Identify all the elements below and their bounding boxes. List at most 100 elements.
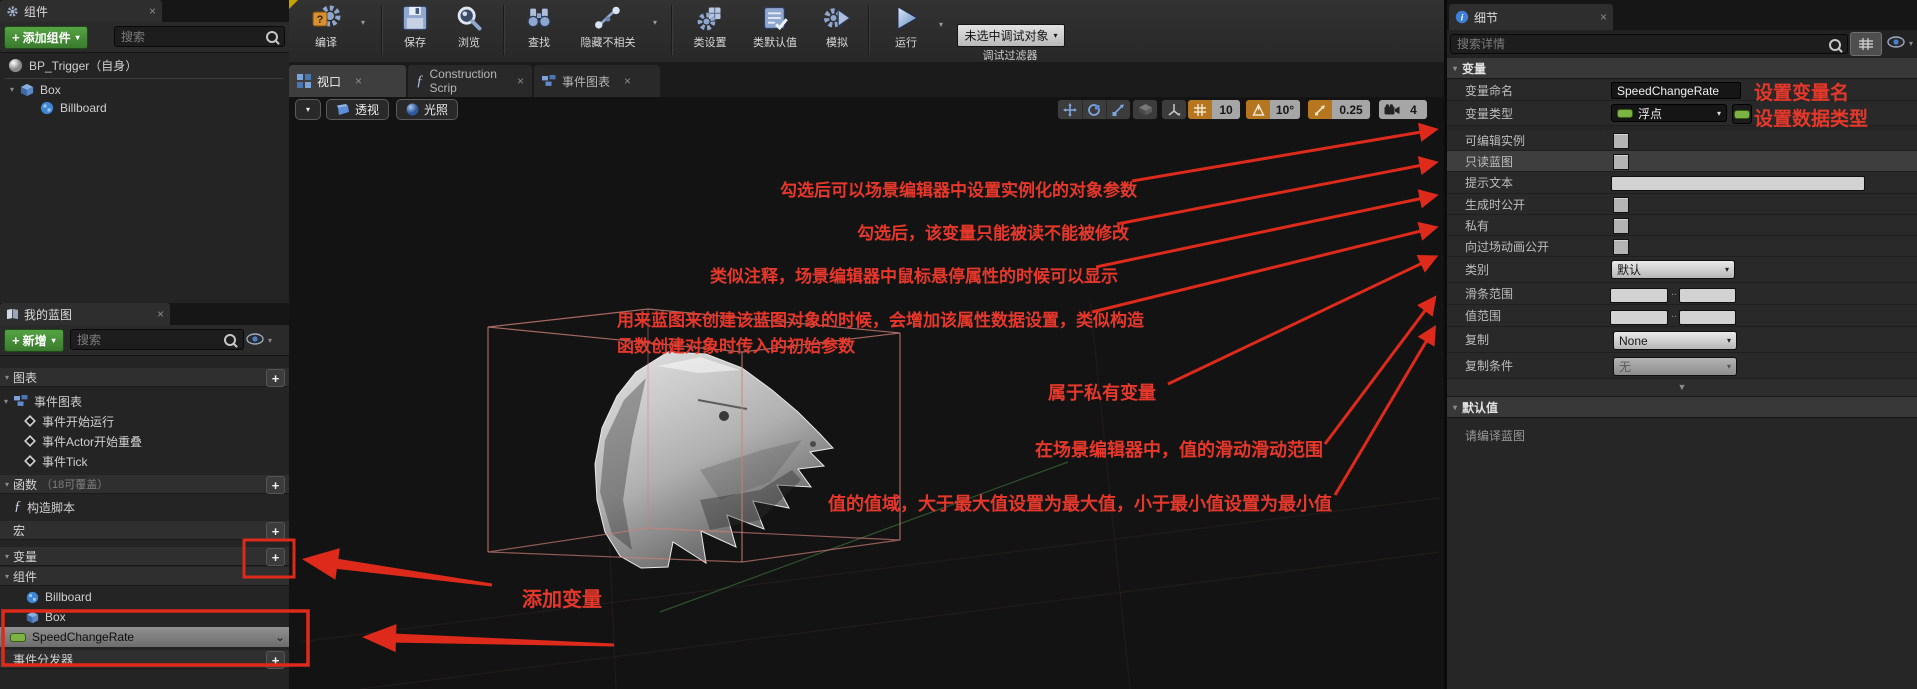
class-defaults-label: 类默认值	[753, 34, 797, 50]
slider-range-max-input[interactable]	[1679, 288, 1736, 303]
scale-tool-button[interactable]	[1106, 100, 1130, 119]
close-icon[interactable]: ×	[149, 4, 156, 18]
close-icon[interactable]: ×	[1600, 10, 1607, 24]
section-macros[interactable]: 宏	[0, 521, 289, 540]
variable-type-dropdown[interactable]: 浮点 ▾	[1611, 104, 1727, 122]
eye-icon[interactable]	[246, 333, 264, 345]
row-event-tick[interactable]: 事件Tick	[0, 452, 313, 470]
section-variable[interactable]: ▾ 变量	[1447, 58, 1917, 79]
value-range-min-input[interactable]	[1610, 310, 1668, 325]
compile-options-caret-icon[interactable]: ▾	[361, 18, 365, 27]
section-graphs[interactable]: ▾ 图表	[0, 368, 289, 387]
add-dispatcher-button[interactable]: +	[266, 651, 285, 669]
replication-dropdown[interactable]: None ▾	[1613, 331, 1737, 350]
grid-snap-toggle-icon[interactable]	[1188, 100, 1212, 119]
view-options-caret-icon[interactable]: ▾	[1909, 39, 1913, 48]
value-range-max-input[interactable]	[1679, 310, 1736, 325]
world-local-axis-button[interactable]	[1161, 99, 1187, 120]
scale-snap-value[interactable]: 0.25	[1332, 100, 1370, 119]
my-blueprint-search-input[interactable]	[70, 329, 244, 350]
section-label: 默认值	[1462, 399, 1498, 416]
hide-unrelated-button[interactable]: 隐藏不相关	[567, 3, 649, 50]
class-settings-button[interactable]: 类设置	[681, 3, 739, 50]
eye-icon[interactable]	[1887, 36, 1905, 48]
section-default-value[interactable]: ▾ 默认值	[1447, 397, 1917, 418]
angle-snap-toggle-icon[interactable]	[1246, 100, 1270, 119]
camera-speed-control[interactable]: 4	[1378, 99, 1428, 120]
save-button[interactable]: 保存	[389, 3, 441, 50]
instance-editable-checkbox[interactable]	[1613, 133, 1629, 149]
tree-row-box[interactable]: ▾ Box	[0, 81, 299, 98]
close-icon[interactable]: ×	[157, 307, 164, 321]
blueprint-readonly-checkbox[interactable]	[1613, 154, 1629, 170]
add-component-button[interactable]: + 添加组件 ▾	[4, 26, 88, 49]
tooltip-input[interactable]	[1611, 176, 1865, 191]
tab-components[interactable]: 组件 ×	[0, 0, 162, 22]
tab-details[interactable]: i 细节 ×	[1449, 4, 1613, 30]
add-new-button[interactable]: + 新增 ▾	[4, 329, 64, 352]
row-event-actor-overlap[interactable]: 事件Actor开始重叠	[0, 432, 313, 450]
play-button[interactable]: 运行	[879, 3, 933, 50]
private-checkbox[interactable]	[1613, 218, 1629, 234]
play-options-caret-icon[interactable]: ▾	[939, 20, 943, 29]
tree-row-bp-trigger[interactable]: BP_Trigger（自身）	[0, 55, 297, 76]
add-macro-button[interactable]: +	[266, 522, 285, 540]
scale-snap-toggle-icon[interactable]	[1308, 100, 1332, 119]
row-var-billboard[interactable]: Billboard	[0, 588, 315, 606]
hide-unrelated-caret-icon[interactable]: ▾	[653, 18, 657, 27]
row-construction-script[interactable]: ƒ 构造脚本	[0, 498, 303, 516]
class-defaults-button[interactable]: 类默认值	[741, 3, 809, 50]
debug-object-dropdown[interactable]: 未选中调试对象 ▾	[957, 24, 1065, 47]
container-type-button[interactable]	[1732, 104, 1752, 124]
row-event-graph[interactable]: ▾ 事件图表	[0, 392, 293, 410]
components-search-input[interactable]	[114, 26, 285, 47]
components-icon	[6, 5, 19, 18]
variable-name-input[interactable]	[1611, 82, 1741, 99]
caret-down-icon: ▾	[306, 105, 310, 114]
add-graph-button[interactable]: +	[266, 369, 285, 387]
expose-on-spawn-checkbox[interactable]	[1613, 197, 1629, 213]
details-search-input[interactable]	[1450, 34, 1848, 54]
class-defaults-icon	[759, 3, 791, 33]
row-label: SpeedChangeRate	[32, 630, 134, 644]
close-icon[interactable]: ×	[624, 74, 631, 88]
move-tool-button[interactable]	[1058, 100, 1082, 119]
tab-viewport-label: 视口	[317, 73, 341, 90]
tab-viewport[interactable]: 视口 ×	[289, 65, 406, 97]
expose-to-cinematics-checkbox[interactable]	[1613, 239, 1629, 255]
category-dropdown[interactable]: 默认 ▾	[1611, 260, 1735, 279]
compile-button[interactable]: ? 编译	[297, 3, 355, 50]
add-function-button[interactable]: +	[266, 476, 285, 494]
tab-construction-script[interactable]: ƒ Construction Scrip ×	[408, 65, 532, 97]
chevron-down-icon[interactable]: ⌄	[275, 630, 285, 644]
close-icon[interactable]: ×	[517, 74, 524, 88]
tab-event-graph[interactable]: 事件图表 ×	[534, 65, 660, 97]
row-var-speedchangerate[interactable]: SpeedChangeRate ⌄	[0, 627, 299, 647]
find-button[interactable]: 查找	[513, 3, 565, 50]
section-components[interactable]: ▾ 组件	[0, 567, 289, 586]
section-functions[interactable]: ▾ 函数 （18可覆盖）	[0, 475, 289, 494]
surface-snap-button[interactable]	[1132, 99, 1158, 120]
close-icon[interactable]: ×	[355, 74, 362, 88]
eye-filter-caret-icon[interactable]: ▾	[268, 336, 272, 345]
lit-mode-button[interactable]: 光照	[396, 99, 458, 120]
browse-button[interactable]: 浏览	[443, 3, 495, 50]
tree-row-billboard[interactable]: Billboard	[0, 99, 329, 116]
add-variable-button[interactable]: +	[266, 548, 285, 566]
slider-range-min-input[interactable]	[1610, 288, 1668, 303]
expand-advanced-button[interactable]: ▼	[1447, 379, 1917, 397]
expander-icon[interactable]: ▾	[10, 85, 14, 94]
section-event-dispatchers[interactable]: 事件分发器	[0, 650, 289, 669]
rotate-tool-button[interactable]	[1082, 100, 1106, 119]
tab-my-blueprint[interactable]: 我的蓝图 ×	[0, 303, 170, 325]
perspective-button[interactable]: 透视	[326, 99, 389, 120]
viewport-options-button[interactable]: ▾	[295, 99, 321, 120]
tab-construction-label: Construction Scrip	[430, 67, 503, 95]
row-var-box[interactable]: Box	[0, 608, 315, 626]
simulate-button[interactable]: 模拟	[811, 3, 863, 50]
property-matrix-button[interactable]	[1850, 32, 1882, 56]
angle-snap-value[interactable]: 10°	[1270, 100, 1300, 119]
row-event-begin-play[interactable]: 事件开始运行	[0, 412, 313, 430]
section-variables[interactable]: ▾ 变量	[0, 547, 289, 566]
grid-snap-value[interactable]: 10	[1212, 100, 1240, 119]
